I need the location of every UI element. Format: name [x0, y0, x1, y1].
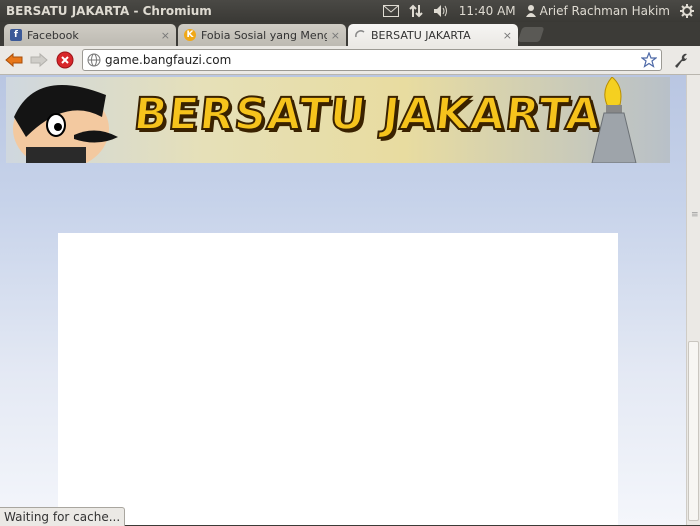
- loading-spinner-icon: [354, 29, 366, 41]
- mail-icon[interactable]: [382, 5, 399, 17]
- tab-label: Facebook: [27, 28, 79, 42]
- stop-button[interactable]: [56, 51, 74, 69]
- globe-icon: [87, 53, 101, 67]
- tab-label: Fobia Sosial yang Menghar: [201, 28, 327, 42]
- scrollbar-grip-icon: ≡: [691, 210, 699, 220]
- bookmark-star-icon[interactable]: [641, 52, 657, 68]
- facebook-icon: f: [10, 29, 22, 41]
- clock[interactable]: 11:40 AM: [459, 4, 516, 18]
- game-banner[interactable]: BERSATU JAKARTA: [6, 77, 670, 163]
- vertical-scrollbar[interactable]: ≡: [686, 75, 700, 525]
- web-page: BERSATU JAKARTA: [0, 75, 686, 525]
- system-top-bar: BERSATU JAKARTA - Chromium 11:40 AM Arie…: [0, 0, 700, 22]
- close-icon[interactable]: ×: [331, 29, 340, 42]
- scrollbar-thumb[interactable]: [688, 341, 699, 521]
- tab-strip: f Facebook × K Fobia Sosial yang Menghar…: [0, 22, 700, 46]
- url-text[interactable]: game.bangfauzi.com: [105, 53, 231, 67]
- close-icon[interactable]: ×: [503, 29, 512, 42]
- tab-fobia-sosial[interactable]: K Fobia Sosial yang Menghar ×: [178, 24, 346, 46]
- gear-power-icon[interactable]: [680, 4, 694, 18]
- close-icon[interactable]: ×: [161, 29, 170, 42]
- user-name: Arief Rachman Hakim: [539, 4, 670, 18]
- back-arrow-icon: [5, 52, 23, 68]
- address-bar[interactable]: game.bangfauzi.com: [82, 49, 662, 71]
- wrench-menu-button[interactable]: [672, 51, 690, 73]
- user-menu[interactable]: Arief Rachman Hakim: [525, 4, 670, 18]
- tab-facebook[interactable]: f Facebook ×: [4, 24, 176, 46]
- stop-icon: [56, 51, 74, 69]
- new-tab-button[interactable]: [517, 27, 545, 42]
- kaskus-icon: K: [184, 29, 196, 41]
- tab-label: BERSATU JAKARTA: [371, 28, 471, 42]
- network-updown-icon[interactable]: [408, 4, 423, 18]
- browser-toolbar: game.bangfauzi.com: [0, 46, 700, 75]
- system-tray: 11:40 AM Arief Rachman Hakim: [382, 2, 694, 20]
- wrench-icon: [675, 53, 687, 68]
- banner-title: BERSATU JAKARTA: [130, 88, 604, 141]
- back-button[interactable]: [5, 51, 23, 69]
- status-bubble: Waiting for cache...: [0, 507, 126, 526]
- forward-arrow-icon: [30, 52, 48, 68]
- user-icon: [525, 5, 536, 17]
- forward-button[interactable]: [30, 51, 48, 69]
- monas-monument-illustration: [591, 77, 637, 163]
- volume-icon[interactable]: [433, 4, 449, 18]
- window-title: BERSATU JAKARTA - Chromium: [6, 4, 212, 18]
- character-illustration: [13, 84, 118, 163]
- tab-bersatu-jakarta[interactable]: BERSATU JAKARTA ×: [348, 24, 518, 46]
- game-content-area[interactable]: [58, 233, 618, 525]
